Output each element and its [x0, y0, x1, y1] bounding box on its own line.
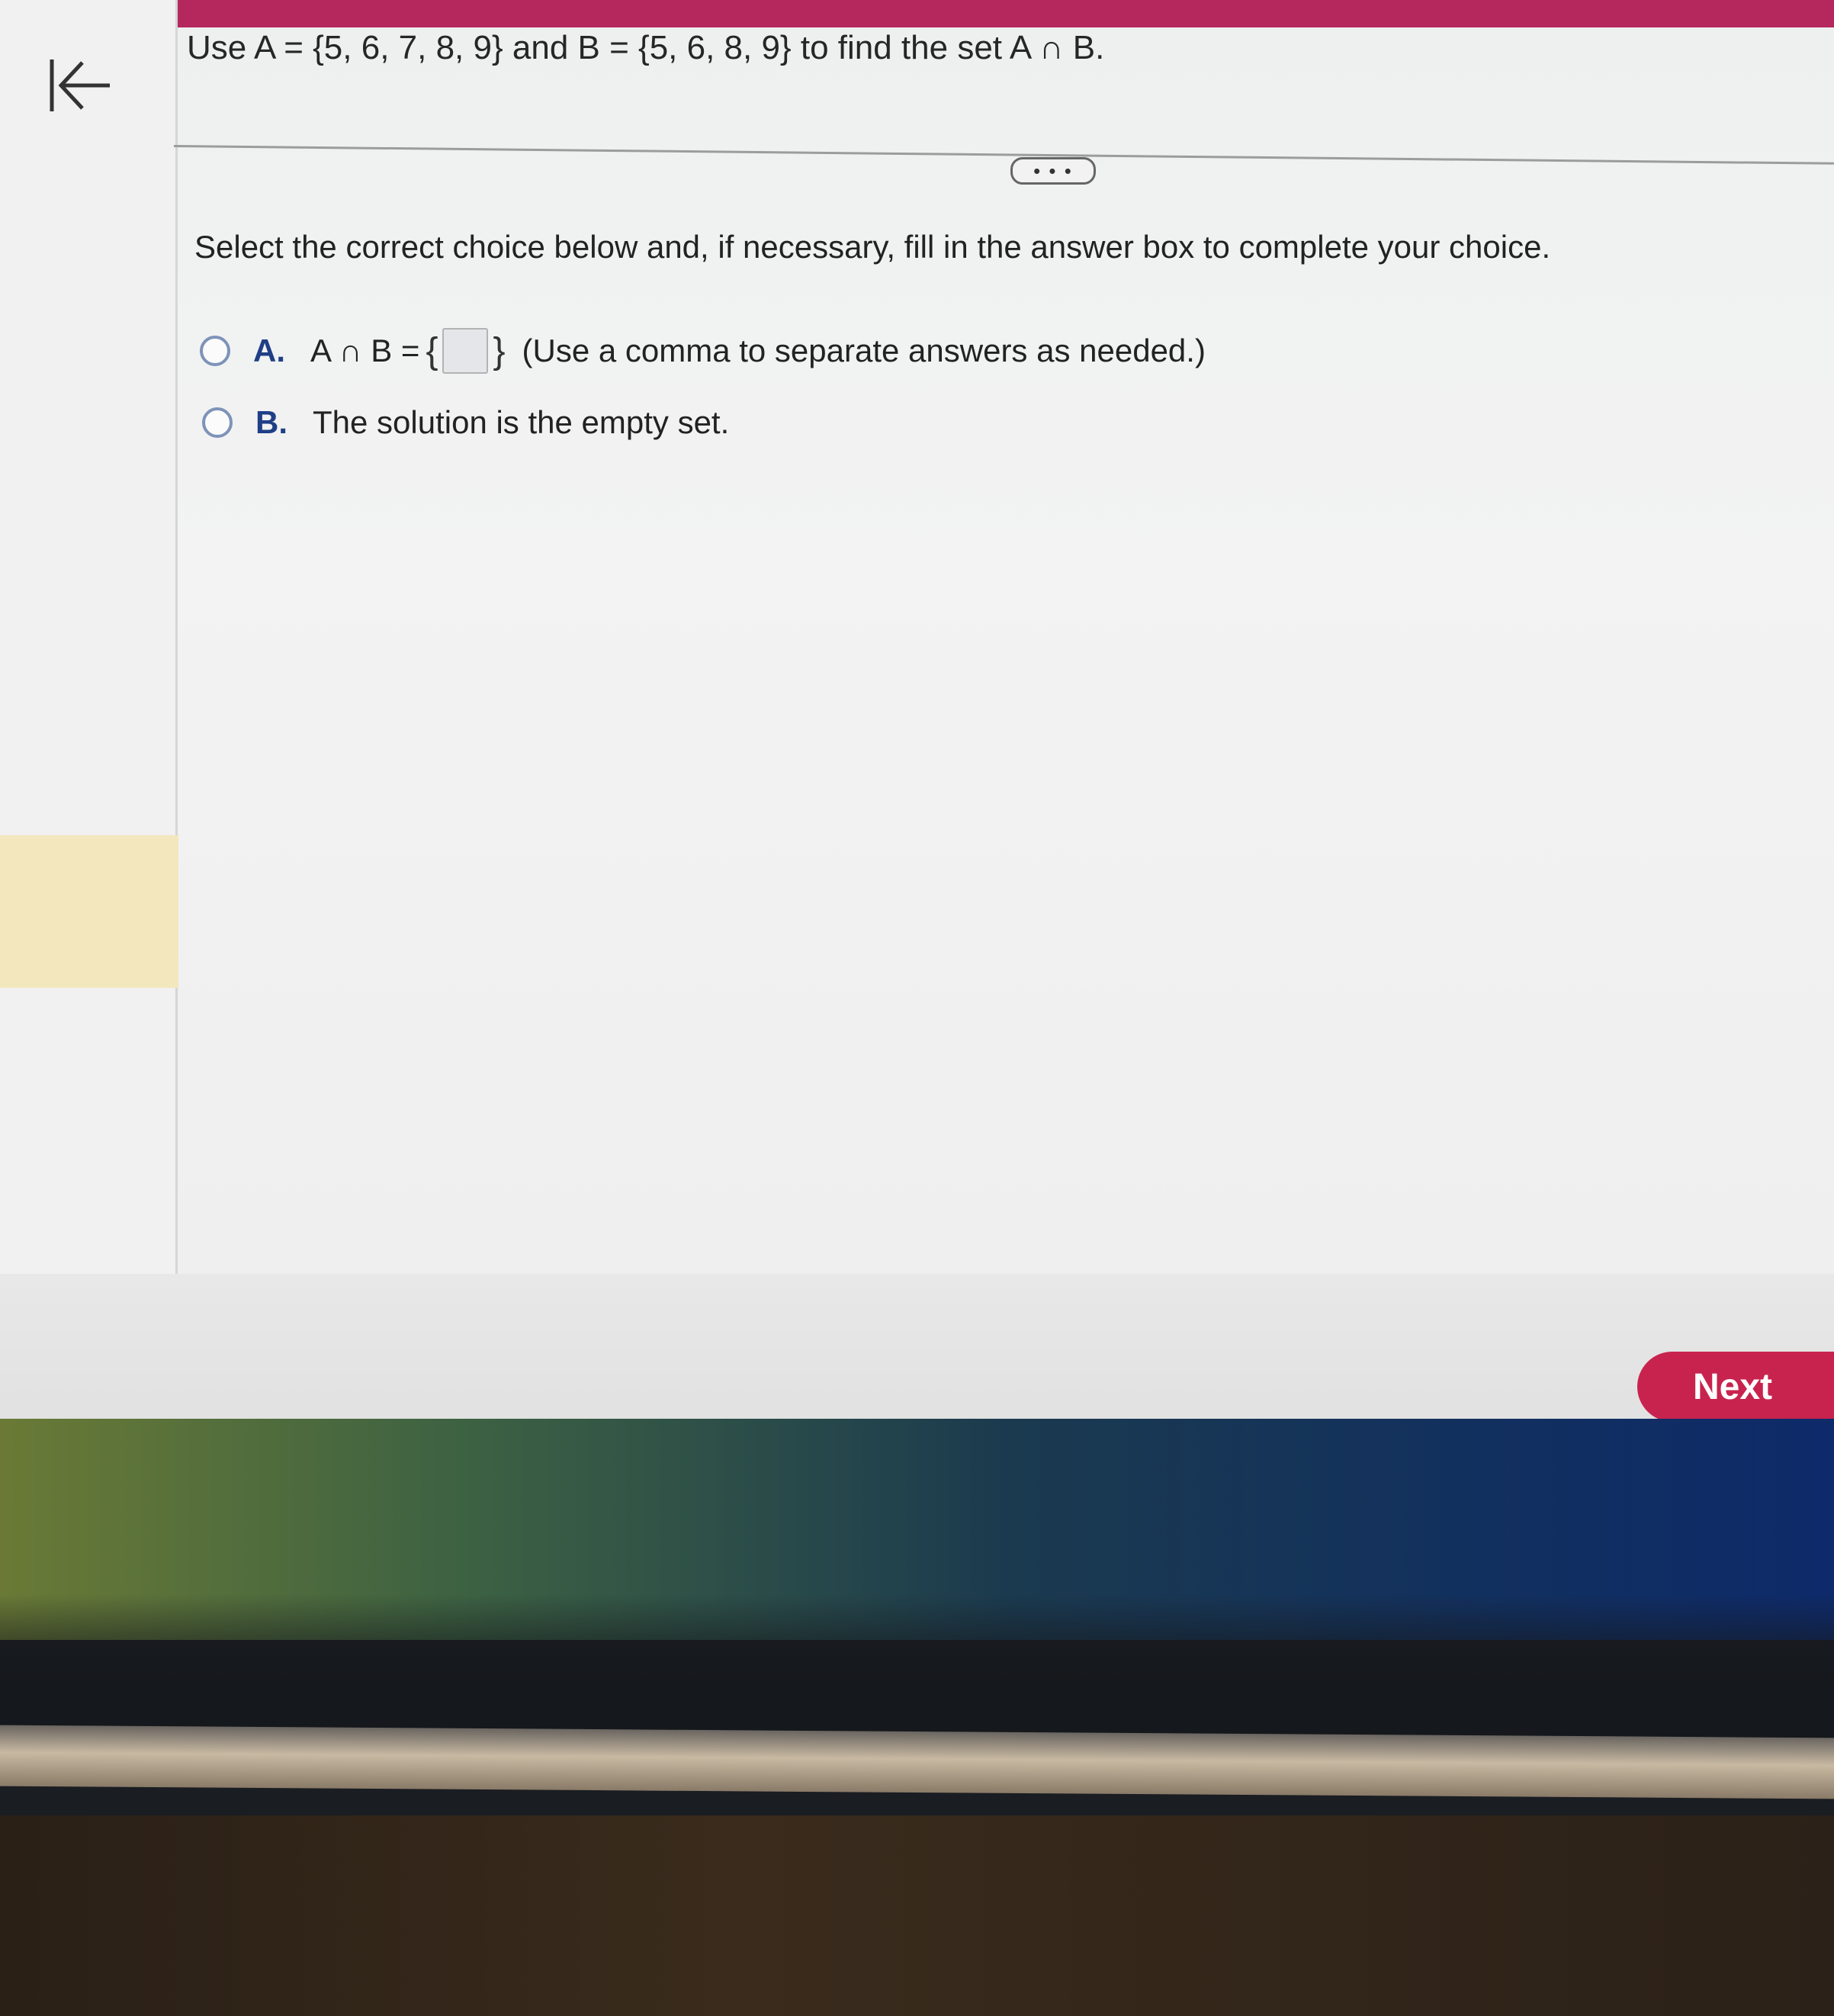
- set-expression: A ∩ B =: [310, 333, 420, 368]
- question-text: Use A = {5, 6, 7, 8, 9} and B = {5, 6, 8…: [187, 29, 1105, 66]
- top-bar: [153, 0, 1834, 27]
- sidebar: [0, 0, 178, 1281]
- sidebar-highlight: [0, 835, 178, 988]
- choice-letter: B.: [255, 404, 287, 440]
- screen: Use A = {5, 6, 7, 8, 9} and B = {5, 6, 8…: [0, 0, 1834, 1426]
- stylus-edge: [0, 1725, 1834, 1799]
- radio-button-a[interactable]: [200, 336, 230, 366]
- brace-open: {: [426, 330, 438, 371]
- choice-text: The solution is the empty set.: [313, 404, 730, 440]
- back-to-start-icon[interactable]: [46, 55, 114, 116]
- radio-button-b[interactable]: [202, 407, 233, 438]
- expand-button[interactable]: • • •: [1010, 157, 1096, 185]
- bezel-shadow: [0, 1594, 1834, 1747]
- choice-letter: A.: [253, 333, 285, 368]
- choice-a[interactable]: A. A ∩ B = { } (Use a comma to separate …: [200, 328, 1206, 374]
- choice-hint: (Use a comma to separate answers as need…: [522, 333, 1206, 368]
- instruction-text: Select the correct choice below and, if …: [194, 229, 1551, 265]
- answer-input-box[interactable]: [442, 328, 489, 374]
- desk-surface: [0, 1815, 1834, 2016]
- next-button[interactable]: Next: [1637, 1352, 1834, 1422]
- brace-close: }: [493, 330, 506, 371]
- footer-bar: [0, 1274, 1834, 1426]
- divider: [173, 145, 1834, 165]
- choice-b[interactable]: B. The solution is the empty set.: [202, 404, 729, 441]
